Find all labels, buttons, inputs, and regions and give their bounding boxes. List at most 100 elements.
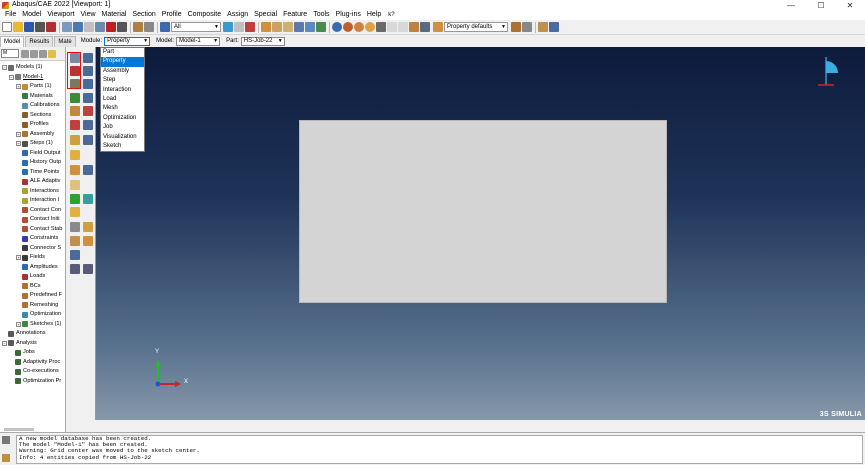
command-line-icon[interactable] [2, 454, 10, 462]
create-skin-icon[interactable] [70, 150, 80, 160]
tree-node[interactable]: Optimization Pr [9, 377, 61, 387]
menu-assign[interactable]: Assign [224, 10, 251, 20]
message-log-icon[interactable] [2, 436, 10, 444]
tree-node[interactable]: + Fields [16, 253, 45, 263]
create-profile-icon[interactable] [70, 93, 80, 103]
tree-highlight-icon[interactable] [48, 49, 56, 58]
close-button[interactable]: ✕ [835, 0, 865, 10]
inertia-manager-icon[interactable] [83, 165, 93, 175]
tree-filter-icon[interactable] [39, 49, 47, 58]
module-option-mesh[interactable]: Mesh [101, 104, 144, 113]
display-group-icon[interactable] [420, 22, 430, 32]
pan-icon[interactable] [62, 22, 72, 32]
collapse-icon[interactable]: − [2, 340, 7, 346]
tree-node[interactable]: + Sketches (1) [16, 320, 61, 330]
tree-node[interactable]: Contact Stab [16, 225, 62, 235]
tree-node[interactable]: − Models (1) [2, 63, 42, 73]
module-option-part[interactable]: Part [101, 48, 144, 57]
menu-special[interactable]: Special [251, 10, 280, 20]
menu-tools[interactable]: Tools [310, 10, 332, 20]
tree-node[interactable]: Profiles [16, 120, 49, 130]
cursor-query-icon[interactable] [376, 22, 386, 32]
profile-manager-icon[interactable] [83, 93, 93, 103]
menu-viewport[interactable]: Viewport [44, 10, 77, 20]
module-option-optimization[interactable]: Optimization [101, 114, 144, 123]
tree-node[interactable]: Adaptivity Proc [9, 358, 60, 368]
create-springs-icon[interactable] [70, 180, 80, 190]
assign-orientation-icon[interactable] [70, 120, 80, 130]
view-manager-icon[interactable] [549, 22, 559, 32]
tree-node[interactable]: Contact Initi [16, 215, 60, 225]
deselect-icon[interactable] [245, 22, 255, 32]
menu-profile[interactable]: Profile [159, 10, 185, 20]
layer-options-icon[interactable] [522, 22, 532, 32]
layer-icon[interactable] [511, 22, 521, 32]
select-cursor-icon[interactable] [160, 22, 170, 32]
tree-node[interactable]: Amplitudes [16, 263, 58, 273]
sphere-icon[interactable] [343, 22, 353, 32]
tab-model[interactable]: Model [0, 36, 25, 47]
tree-horizontal-scrollbar[interactable] [4, 428, 34, 431]
module-option-sketch[interactable]: Sketch [101, 142, 144, 151]
model-combo[interactable]: Model-1 ▼ [176, 36, 221, 46]
expand-icon[interactable]: + [16, 255, 21, 261]
zoom-box-icon[interactable] [95, 22, 105, 32]
tree-node[interactable]: Loads [16, 272, 45, 282]
partition-icon[interactable] [70, 207, 80, 217]
module-icon[interactable] [46, 22, 56, 32]
selection-filter-combo[interactable]: All ▼ [171, 22, 221, 32]
tree-filter-combo[interactable]: M [1, 49, 19, 58]
tree-node[interactable]: ALE Adaptiv [16, 177, 60, 187]
display-defaults-combo[interactable]: Property defaults ▼ [444, 22, 508, 32]
tree-node[interactable]: Field Output [16, 149, 60, 159]
surface-manager-icon[interactable] [83, 236, 93, 246]
tree-node[interactable]: Materials [16, 92, 53, 102]
render-shaded-icon[interactable] [261, 22, 271, 32]
menu-section[interactable]: Section [129, 10, 158, 20]
module-option-load[interactable]: Load [101, 95, 144, 104]
material-manager-icon[interactable] [83, 53, 93, 63]
context-help-icon[interactable]: k? [385, 10, 397, 20]
tree-node[interactable]: Optimization [16, 310, 61, 320]
cycle-views-icon[interactable] [117, 22, 127, 32]
tree-node[interactable]: Contact Con [16, 206, 61, 216]
tree-node[interactable]: Co-executions [9, 367, 59, 377]
create-set-icon[interactable] [70, 222, 80, 232]
minimize-button[interactable]: — [776, 0, 806, 10]
selection-options-icon[interactable] [234, 22, 244, 32]
datum-point-icon[interactable] [70, 194, 80, 204]
expand-icon[interactable]: + [16, 141, 21, 147]
section-manager-icon[interactable] [83, 66, 93, 76]
expand-icon[interactable]: + [16, 321, 21, 327]
tree-collapse-icon[interactable] [30, 49, 38, 58]
menu-file[interactable]: File [2, 10, 19, 20]
collapse-icon[interactable]: − [2, 65, 7, 71]
tree-node[interactable]: History Outp [16, 158, 61, 168]
module-option-visualization[interactable]: Visualization [101, 133, 144, 142]
tree-node[interactable]: Predefined F [16, 291, 62, 301]
measure-icon[interactable] [144, 22, 154, 32]
tree-node[interactable]: Interactions [16, 187, 59, 197]
tree-node[interactable]: Sections [16, 111, 51, 121]
module-option-interaction[interactable]: Interaction [101, 86, 144, 95]
magnify-icon[interactable] [84, 22, 94, 32]
redo-icon[interactable] [398, 22, 408, 32]
color-code-icon[interactable] [433, 22, 443, 32]
assign-normal-icon[interactable] [83, 106, 93, 116]
color-icon[interactable] [354, 22, 364, 32]
menu-plugins[interactable]: Plug-ins [333, 10, 364, 20]
composite-manager-icon[interactable] [83, 135, 93, 145]
xy-data-icon[interactable] [538, 22, 548, 32]
collapse-icon[interactable]: − [9, 74, 14, 80]
tab-results[interactable]: Results [25, 36, 54, 47]
fit-view-icon[interactable] [106, 22, 116, 32]
module-combo[interactable]: Property ▼ [104, 36, 151, 46]
select-box-icon[interactable] [223, 22, 233, 32]
module-option-job[interactable]: Job [101, 123, 144, 132]
tree-node[interactable]: Remeshing [16, 301, 58, 311]
tree-node[interactable]: Annotations [2, 329, 46, 339]
query-icon[interactable] [133, 22, 143, 32]
menu-material[interactable]: Material [99, 10, 130, 20]
datum-axis-icon[interactable] [83, 194, 93, 204]
save-icon[interactable] [24, 22, 34, 32]
